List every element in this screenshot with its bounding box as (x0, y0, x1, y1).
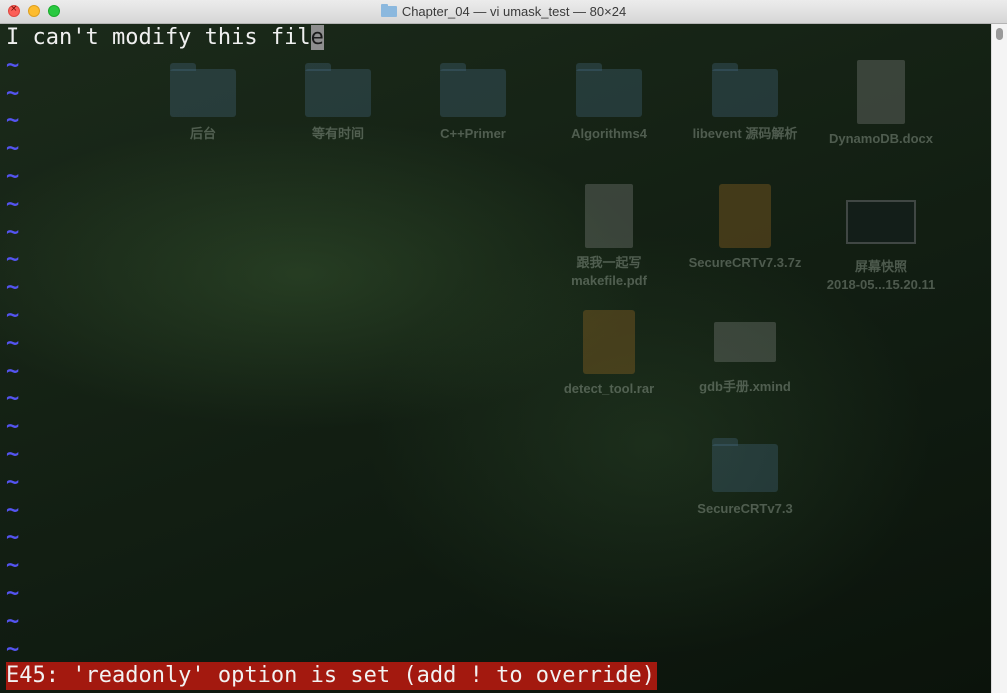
window-title: Chapter_04 — vi umask_test — 80×24 (401, 4, 627, 19)
title-bar[interactable]: × Chapter_04 — vi umask_test — 80×24 (0, 0, 1007, 24)
empty-line-tilde: ~ (6, 636, 20, 662)
folder-icon (440, 63, 506, 117)
terminal-window: × Chapter_04 — vi umask_test — 80×24 后台 … (0, 0, 1007, 693)
archive-icon (583, 310, 635, 374)
empty-line-tilde: ~ (6, 358, 20, 384)
editor-buffer[interactable]: I can't modify this file ~ ~ ~ ~ ~ ~ ~ ~ ~ ~ ~ ~ ~ ~ ~… (6, 24, 324, 663)
empty-line-tilde: ~ (6, 80, 20, 106)
empty-line-tilde: ~ (6, 247, 20, 273)
empty-line-tilde: ~ (6, 136, 20, 162)
pdf-icon (585, 184, 633, 248)
folder-icon (712, 63, 778, 117)
document-icon (714, 322, 776, 362)
empty-line-tilde: ~ (6, 441, 20, 467)
scrollbar[interactable] (991, 24, 1007, 693)
scrollbar-thumb[interactable] (996, 28, 1003, 40)
empty-line-tilde: ~ (6, 469, 20, 495)
terminal-content[interactable]: 后台 等有时间 C++Primer Algorithms4 libevent 源… (0, 24, 991, 693)
desktop-item: C++Primer (403, 63, 543, 143)
empty-line-tilde: ~ (6, 414, 20, 440)
desktop-item: DynamoDB.docx (811, 60, 951, 148)
empty-line-tilde: ~ (6, 580, 20, 606)
empty-line-tilde: ~ (6, 330, 20, 356)
empty-line-tilde: ~ (6, 219, 20, 245)
error-message: E45: 'readonly' option is set (add ! to … (6, 662, 658, 690)
desktop-item: 屏幕快照 2018-05...15.20.11 (811, 192, 951, 294)
buffer-line[interactable]: I can't modify this file (6, 24, 324, 52)
desktop-item: Algorithms4 (539, 63, 679, 143)
document-icon (857, 60, 905, 124)
desktop-item: gdb手册.xmind (675, 322, 815, 396)
empty-line-tilde: ~ (6, 608, 20, 634)
folder-icon (380, 4, 397, 17)
screenshot-icon (846, 200, 916, 244)
empty-line-tilde: ~ (6, 497, 20, 523)
empty-line-tilde: ~ (6, 275, 20, 301)
desktop-item: libevent 源码解析 (675, 63, 815, 143)
desktop-item: detect_tool.rar (539, 310, 679, 398)
empty-line-tilde: ~ (6, 525, 20, 551)
desktop-item: 跟我一起写 makefile.pdf (539, 184, 679, 290)
archive-icon (719, 184, 771, 248)
folder-icon (576, 63, 642, 117)
text-cursor: e (310, 25, 324, 50)
window-title-area: Chapter_04 — vi umask_test — 80×24 (0, 4, 1007, 19)
empty-line-tilde: ~ (6, 386, 20, 412)
empty-line-tilde: ~ (6, 191, 20, 217)
folder-icon (712, 438, 778, 492)
desktop-item: SecureCRTv7.3.7z (675, 184, 815, 272)
empty-line-tilde: ~ (6, 163, 20, 189)
empty-line-tilde: ~ (6, 108, 20, 134)
desktop-item: SecureCRTv7.3 (675, 438, 815, 518)
empty-line-tilde: ~ (6, 553, 20, 579)
empty-line-tilde: ~ (6, 302, 20, 328)
empty-line-tilde: ~ (6, 52, 20, 78)
